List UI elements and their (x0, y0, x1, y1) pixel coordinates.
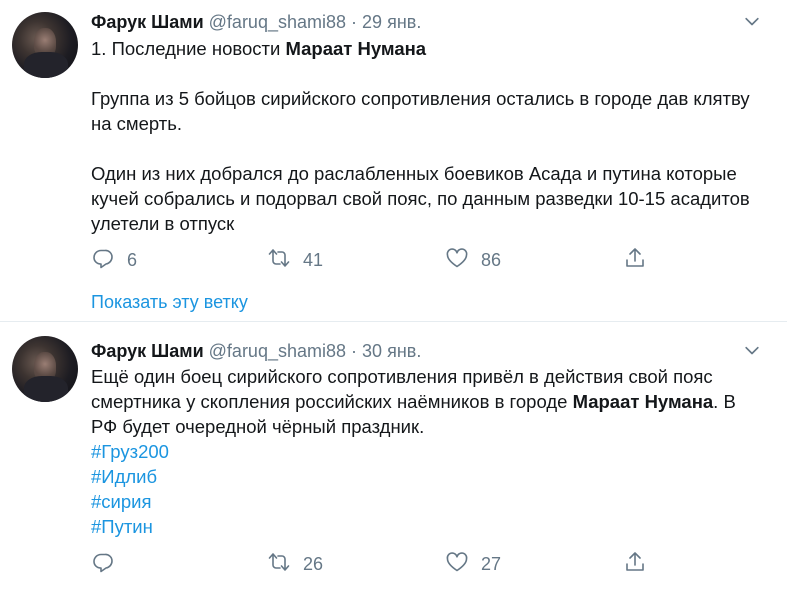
hashtag-link[interactable]: #Идлиб (91, 464, 751, 489)
reply-icon (91, 246, 115, 275)
like-button[interactable]: 86 (445, 247, 501, 273)
text-paragraph: Группа из 5 бойцов сирийского сопротивле… (91, 88, 750, 134)
tweet-date[interactable]: 30 янв. (362, 341, 421, 361)
share-button[interactable] (623, 247, 647, 273)
like-icon (445, 246, 469, 275)
text-paragraph: Один из них добрался до раслабленных бое… (91, 163, 750, 234)
retweet-count: 26 (303, 553, 324, 574)
retweet-count: 41 (303, 249, 324, 270)
retweet-button[interactable]: 26 (267, 551, 323, 577)
avatar[interactable] (12, 12, 78, 78)
tweet-date[interactable]: 29 янв. (362, 12, 421, 32)
text-line: 1. Последние новости (91, 38, 286, 59)
author-name[interactable]: Фарук Шами (91, 341, 204, 361)
chevron-down-icon[interactable] (742, 12, 762, 32)
reply-button[interactable]: 6 (91, 247, 137, 273)
tweet-header: Фарук Шами @faruq_shami88 · 30 янв. (91, 340, 421, 362)
like-button[interactable]: 27 (445, 551, 501, 577)
like-count: 27 (481, 553, 502, 574)
like-count: 86 (481, 249, 502, 270)
author-handle[interactable]: @faruq_shami88 (209, 341, 346, 361)
share-button[interactable] (623, 551, 647, 577)
hashtag-link[interactable]: #Груз200 (91, 439, 751, 464)
reply-count: 6 (127, 249, 138, 270)
hashtag-link[interactable]: #сирия (91, 489, 751, 514)
tweet[interactable]: Фарук Шами @faruq_shami88 · 30 янв. Ещё … (0, 323, 787, 605)
text-bold: Мараат Нумана (285, 38, 427, 59)
tweet-text: Ещё один боец сирийского сопротивления п… (91, 364, 751, 539)
retweet-icon (267, 246, 291, 275)
separator-dot: · (351, 341, 358, 361)
tweet-header: Фарук Шами @faruq_shami88 · 29 янв. (91, 11, 421, 33)
like-icon (445, 550, 469, 579)
tweet-text: 1. Последние новости Мараат Нумана Групп… (91, 36, 751, 236)
chevron-down-icon[interactable] (742, 341, 762, 361)
tweet[interactable]: Фарук Шами @faruq_shami88 · 29 янв. 1. П… (0, 0, 787, 322)
reply-icon (91, 550, 115, 579)
tweet-actions: 26 27 (91, 551, 651, 577)
retweet-button[interactable]: 41 (267, 247, 323, 273)
share-icon (623, 246, 647, 275)
author-name[interactable]: Фарук Шами (91, 12, 204, 32)
reply-button[interactable] (91, 551, 127, 577)
author-handle[interactable]: @faruq_shami88 (209, 12, 346, 32)
separator-dot: · (351, 12, 358, 32)
tweet-actions: 6 41 86 (91, 247, 651, 273)
show-thread-link[interactable]: Показать эту ветку (91, 292, 248, 313)
share-icon (623, 550, 647, 579)
avatar[interactable] (12, 336, 78, 402)
retweet-icon (267, 550, 291, 579)
text-bold: Мараат Нумана (572, 391, 714, 412)
hashtag-link[interactable]: #Путин (91, 514, 751, 539)
